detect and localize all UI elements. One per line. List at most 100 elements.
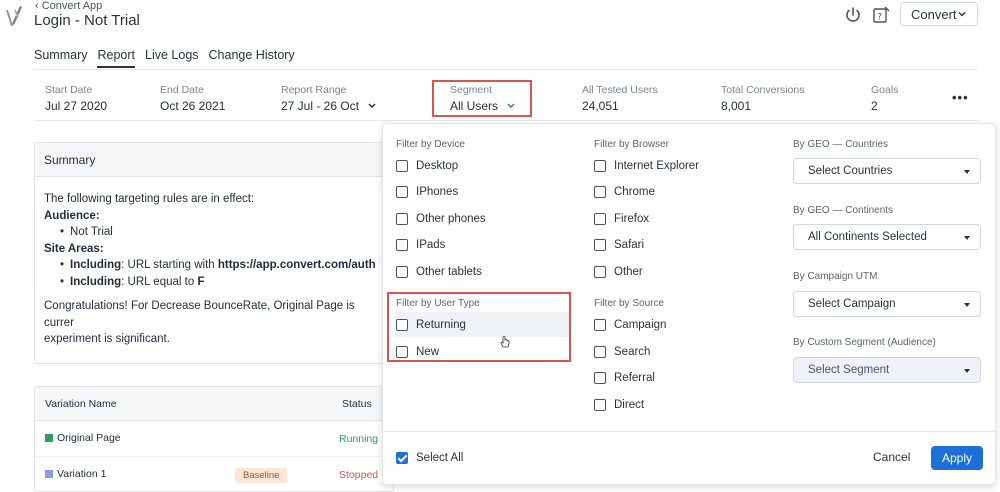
device-option-other-tablets[interactable]: Other tablets [396, 262, 482, 282]
metric-label: All Tested Users [582, 84, 658, 96]
col-variation-name: Variation Name [45, 398, 117, 410]
metric-label: Goals [871, 84, 899, 96]
checkbox[interactable] [594, 399, 606, 411]
convert-logo-icon [6, 6, 22, 26]
tab-live-logs[interactable]: Live Logs [145, 48, 199, 68]
back-link[interactable]: ‹ Convert App [35, 0, 102, 12]
metric-label: Total Conversions [721, 84, 805, 96]
help-edit-icon[interactable]: ? [872, 6, 890, 24]
custom-segment-select[interactable]: Select Segment [793, 357, 981, 383]
browser-option-chrome[interactable]: Chrome [594, 182, 655, 202]
tab-change-history[interactable]: Change History [209, 48, 295, 68]
variation-name-cell: Variation 1 [45, 468, 106, 480]
checkbox[interactable] [396, 213, 408, 225]
checkbox[interactable] [594, 239, 606, 251]
apply-button[interactable]: Apply [931, 446, 983, 470]
metric-goals: Goals 2 [871, 84, 898, 113]
checkbox[interactable] [594, 160, 606, 172]
source-option-referral[interactable]: Referral [594, 368, 655, 388]
baseline-badge: Baseline [235, 468, 288, 483]
more-options-button[interactable]: ••• [952, 90, 969, 105]
site-area-rule: Including: URL equal to F [44, 274, 384, 291]
col-status: Status [342, 398, 372, 410]
checkbox[interactable] [396, 452, 408, 464]
variation-color-swatch [45, 434, 53, 442]
congrats-line: experiment is significant. [44, 333, 170, 345]
filter-browser-label: Filter by Browser [594, 139, 670, 150]
chevron-down-icon [368, 103, 376, 108]
select-all-checkbox[interactable]: Select All [396, 448, 463, 468]
metric-start-date: Start Date Jul 27 2020 [45, 84, 107, 113]
checkbox[interactable] [396, 186, 408, 198]
metric-value: Jul 27 2020 [45, 99, 108, 113]
campaign-utm-label: By Campaign UTM [793, 271, 878, 282]
tab-report[interactable]: Report [97, 48, 136, 68]
browser-option-other[interactable]: Other [594, 262, 643, 282]
metric-conversions: Total Conversions 8,001 [721, 84, 804, 113]
summary-intro: The following targeting rules are in eff… [44, 193, 255, 205]
variation-name: Variation 1 [57, 468, 107, 480]
caret-down-icon [964, 303, 970, 307]
checkbox[interactable] [594, 346, 606, 358]
geo-continents-label: By GEO — Continents [793, 205, 894, 216]
checkbox[interactable] [594, 319, 606, 331]
variation-color-swatch [45, 470, 53, 478]
metric-value: Oct 26 2021 [160, 99, 226, 113]
browser-option-firefox[interactable]: Firefox [594, 209, 649, 229]
campaign-utm-select[interactable]: Select Campaign [793, 291, 981, 317]
metric-report-range[interactable]: Report Range 27 Jul - 26 Oct [281, 84, 377, 113]
checkbox[interactable] [396, 160, 408, 172]
option-label: IPhones [416, 186, 459, 198]
checkbox[interactable] [396, 239, 408, 251]
option-label: Firefox [614, 213, 650, 225]
option-label: Direct [614, 399, 645, 411]
power-icon[interactable] [844, 6, 862, 24]
option-label: Select All [416, 452, 464, 464]
variation-table: Variation Name Status Original Page Runn… [34, 386, 394, 492]
audience-item: Not Trial [44, 224, 384, 241]
caret-down-icon [964, 170, 970, 174]
account-dropdown-button[interactable]: Convert [900, 2, 978, 26]
congrats-line: Congratulations! For Decrease BounceRate… [44, 300, 355, 329]
table-row[interactable]: Variation 1 Baseline Stopped [35, 457, 393, 491]
status-badge: Running [339, 433, 379, 445]
table-row[interactable]: Original Page Running [35, 421, 393, 457]
device-option-ipads[interactable]: IPads [396, 235, 445, 255]
device-option-desktop[interactable]: Desktop [396, 156, 458, 176]
checkbox[interactable] [594, 372, 606, 384]
cancel-button[interactable]: Cancel [873, 450, 910, 464]
option-label: Other tablets [416, 266, 482, 278]
source-option-campaign[interactable]: Campaign [594, 315, 666, 335]
metric-value: 24,051 [582, 99, 619, 113]
browser-option-internet-explorer[interactable]: Internet Explorer [594, 156, 699, 176]
source-option-search[interactable]: Search [594, 342, 650, 362]
checkbox[interactable] [594, 186, 606, 198]
select-value: Select Campaign [808, 298, 896, 310]
caret-down-icon [964, 236, 970, 240]
checkbox[interactable] [594, 266, 606, 278]
variation-name: Original Page [57, 432, 121, 444]
page-title: Login - Not Trial [34, 12, 140, 29]
audience-item-text: Not Trial [70, 226, 113, 238]
metric-label: Start Date [45, 84, 93, 96]
site-areas-label: Site Areas: [44, 242, 104, 255]
filter-source-label: Filter by Source [594, 298, 665, 309]
checkbox[interactable] [594, 213, 606, 225]
checkbox[interactable] [396, 266, 408, 278]
tab-summary[interactable]: Summary [34, 48, 87, 68]
status-badge: Stopped [339, 469, 379, 481]
device-option-iphones[interactable]: IPhones [396, 182, 458, 202]
geo-countries-select[interactable]: Select Countries [793, 158, 981, 184]
geo-continents-select[interactable]: All Continents Selected [793, 224, 981, 250]
metric-end-date: End Date Oct 26 2021 [160, 84, 225, 113]
device-option-other-phones[interactable]: Other phones [396, 209, 486, 229]
rule-value: https://app.convert.com/auth [217, 259, 376, 271]
browser-option-safari[interactable]: Safari [594, 235, 644, 255]
svg-text:?: ? [877, 13, 882, 23]
select-value: Select Segment [808, 364, 890, 376]
source-option-direct[interactable]: Direct [594, 395, 644, 415]
select-value: All Continents Selected [808, 231, 927, 243]
option-label: Desktop [416, 160, 459, 172]
chevron-down-icon [958, 11, 966, 17]
select-value: Select Countries [808, 165, 893, 177]
